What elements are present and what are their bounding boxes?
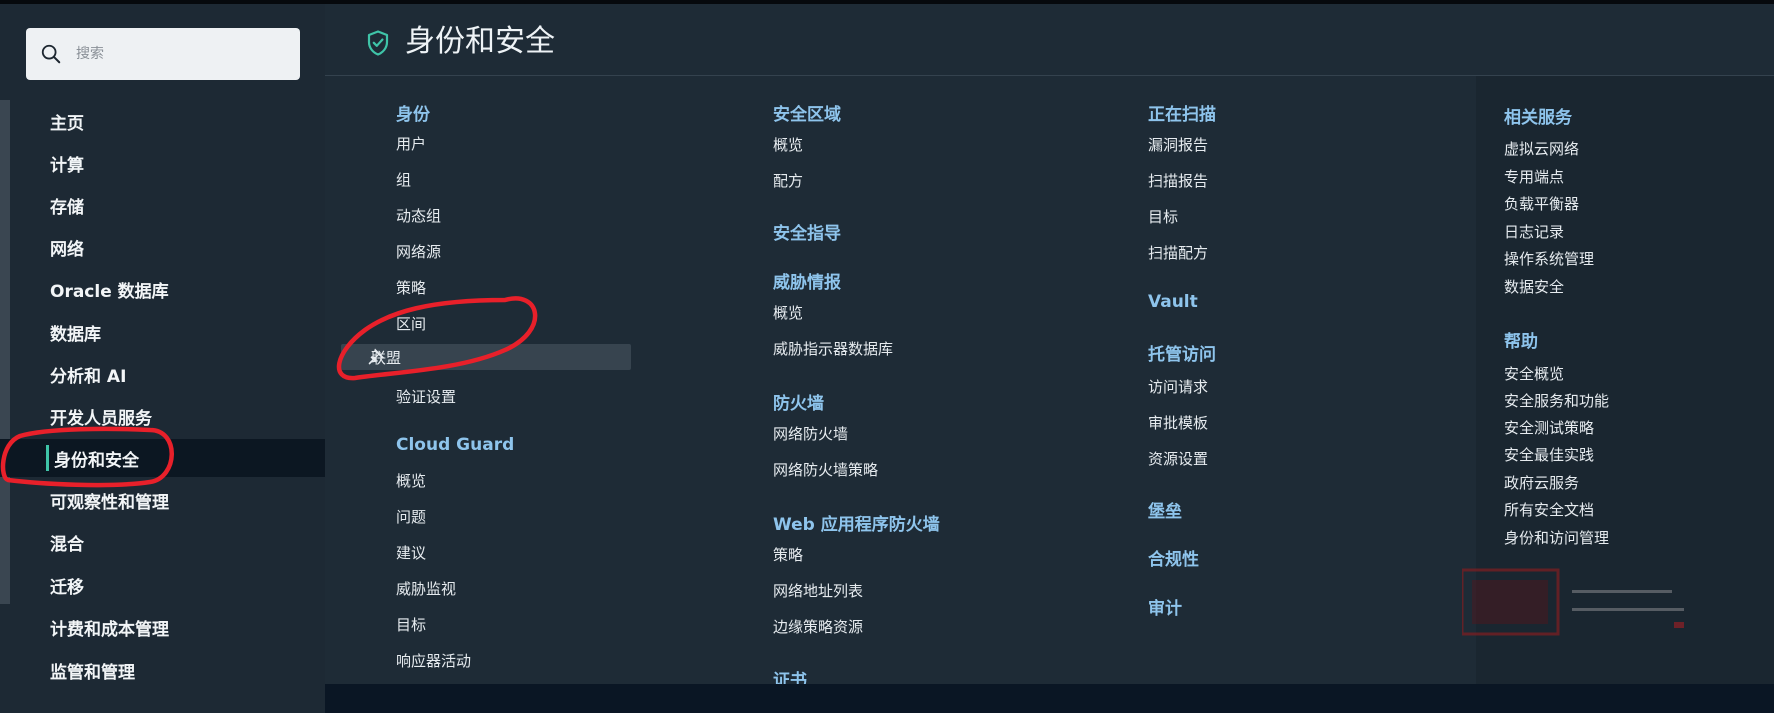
link-security-services-features[interactable]: 安全服务和功能: [1504, 390, 1609, 411]
section-scanning-title: 正在扫描: [1148, 105, 1216, 125]
section-audit-title[interactable]: 审计: [1148, 594, 1182, 619]
link-cg-responder-activity[interactable]: 响应器活动: [396, 650, 471, 671]
section-help-title: 帮助: [1504, 332, 1538, 352]
nav-item-label: 开发人员服务: [50, 408, 152, 429]
nav-item-compute[interactable]: 计算: [0, 144, 325, 182]
link-waf-network-address-lists[interactable]: 网络地址列表: [773, 580, 863, 601]
link-ti-overview[interactable]: 概览: [773, 302, 803, 323]
nav-item-label: 分析和 AI: [50, 366, 127, 387]
link-waf-edge-policy-resources[interactable]: 边缘策略资源: [773, 616, 863, 637]
link-authentication-settings[interactable]: 验证设置: [396, 386, 456, 407]
nav-item-label: 网络: [50, 239, 84, 260]
nav-item-storage[interactable]: 存储: [0, 186, 325, 224]
nav-item-migration[interactable]: 迁移: [0, 566, 325, 604]
link-network-sources[interactable]: 网络源: [396, 241, 441, 262]
link-compartments[interactable]: 区间: [396, 313, 426, 334]
section-waf-title: Web 应用程序防火墙: [773, 515, 940, 535]
section-security-zones-title: 安全区域: [773, 105, 841, 125]
pin-icon[interactable]: [368, 347, 386, 365]
link-cg-problems[interactable]: 问题: [396, 506, 426, 527]
link-load-balancers[interactable]: 负载平衡器: [1504, 193, 1579, 214]
section-threat-intel-title: 威胁情报: [773, 273, 841, 293]
section-vault-title[interactable]: Vault: [1148, 292, 1198, 312]
section-related-services-title: 相关服务: [1504, 108, 1572, 128]
nav-item-observability[interactable]: 可观察性和管理: [0, 481, 325, 519]
link-approval-templates[interactable]: 审批模板: [1148, 412, 1208, 433]
link-cg-targets[interactable]: 目标: [396, 614, 426, 635]
bottom-bar: [325, 684, 1774, 713]
link-logging[interactable]: 日志记录: [1504, 221, 1564, 242]
nav-item-databases[interactable]: 数据库: [0, 313, 325, 351]
section-compliance-title[interactable]: 合规性: [1148, 545, 1199, 570]
nav-item-label: 监管和管理: [50, 662, 135, 683]
nav-item-label: 迁移: [50, 577, 84, 598]
link-os-management[interactable]: 操作系统管理: [1504, 248, 1594, 269]
nav-item-oracle-database[interactable]: Oracle 数据库: [0, 270, 325, 308]
panel-header: 身份和安全: [325, 4, 1774, 76]
nav-item-developer-services[interactable]: 开发人员服务: [0, 397, 325, 435]
link-groups[interactable]: 组: [396, 169, 411, 190]
section-identity-title: 身份: [396, 105, 430, 125]
link-data-safe[interactable]: 数据安全: [1504, 276, 1564, 297]
nav-item-label: 身份和安全: [54, 450, 139, 471]
link-security-testing-policy[interactable]: 安全测试策略: [1504, 417, 1594, 438]
search-input[interactable]: [74, 45, 278, 63]
link-ti-indicator-db[interactable]: 威胁指示器数据库: [773, 338, 893, 359]
nav-item-label: 混合: [50, 534, 84, 555]
nav-item-analytics-ai[interactable]: 分析和 AI: [0, 355, 325, 393]
identity-security-panel: 身份和安全 身份 用户 组 动态组 网络源 策略 区间 联盟 验证设置 Clou…: [325, 4, 1774, 691]
link-access-requests[interactable]: 访问请求: [1148, 376, 1208, 397]
section-security-advisor-title[interactable]: 安全指导: [773, 219, 841, 244]
nav-item-label: 数据库: [50, 324, 101, 345]
link-network-firewall[interactable]: 网络防火墙: [773, 423, 848, 444]
link-vulnerability-reports[interactable]: 漏洞报告: [1148, 134, 1208, 155]
link-users[interactable]: 用户: [396, 133, 426, 154]
link-cg-threat-monitoring[interactable]: 威胁监视: [396, 578, 456, 599]
section-cloud-guard-title: Cloud Guard: [396, 435, 515, 455]
nav-item-identity-security[interactable]: 身份和安全: [0, 439, 325, 477]
nav-item-hybrid[interactable]: 混合: [0, 523, 325, 561]
section-firewall-title: 防火墙: [773, 394, 824, 414]
link-waf-policies[interactable]: 策略: [773, 544, 803, 565]
link-sz-recipes[interactable]: 配方: [773, 170, 803, 191]
link-scan-recipes[interactable]: 扫描配方: [1148, 242, 1208, 263]
nav-item-governance[interactable]: 监管和管理: [0, 651, 325, 689]
link-government-cloud[interactable]: 政府云服务: [1504, 472, 1579, 493]
left-navigation: 主页 计算 存储 网络 Oracle 数据库 数据库 分析和 AI 开发人员服务…: [0, 4, 325, 713]
link-network-firewall-policies[interactable]: 网络防火墙策略: [773, 459, 878, 480]
section-managed-access-title: 托管访问: [1148, 345, 1216, 365]
link-all-security-docs[interactable]: 所有安全文档: [1504, 499, 1594, 520]
nav-item-label: Oracle 数据库: [50, 281, 169, 302]
link-policies[interactable]: 策略: [396, 277, 426, 298]
link-vcn[interactable]: 虚拟云网络: [1504, 138, 1579, 159]
link-scan-targets[interactable]: 目标: [1148, 206, 1178, 227]
link-scan-reports[interactable]: 扫描报告: [1148, 170, 1208, 191]
nav-item-networking[interactable]: 网络: [0, 228, 325, 266]
nav-item-label: 可观察性和管理: [50, 492, 169, 513]
link-sz-overview[interactable]: 概览: [773, 134, 803, 155]
page-title: 身份和安全: [405, 24, 555, 59]
nav-item-billing[interactable]: 计费和成本管理: [0, 608, 325, 646]
nav-item-label: 主页: [50, 113, 84, 134]
search-box[interactable]: [26, 28, 300, 80]
link-iam[interactable]: 身份和访问管理: [1504, 527, 1609, 548]
nav-item-label: 存储: [50, 197, 84, 218]
link-dynamic-groups[interactable]: 动态组: [396, 205, 441, 226]
link-security-overview[interactable]: 安全概览: [1504, 363, 1564, 384]
console-window: 主页 计算 存储 网络 Oracle 数据库 数据库 分析和 AI 开发人员服务…: [0, 0, 1774, 713]
nav-item-label: 计费和成本管理: [50, 619, 169, 640]
shield-check-icon: [367, 30, 389, 56]
search-icon: [41, 44, 61, 64]
link-cg-overview[interactable]: 概览: [396, 470, 426, 491]
link-private-endpoints[interactable]: 专用端点: [1504, 166, 1564, 187]
link-cg-recommendations[interactable]: 建议: [396, 542, 426, 563]
link-security-best-practices[interactable]: 安全最佳实践: [1504, 444, 1594, 465]
nav-item-label: 计算: [50, 155, 84, 176]
section-bastion-title[interactable]: 堡垒: [1148, 497, 1182, 522]
link-resource-settings[interactable]: 资源设置: [1148, 448, 1208, 469]
nav-item-home[interactable]: 主页: [0, 102, 325, 140]
